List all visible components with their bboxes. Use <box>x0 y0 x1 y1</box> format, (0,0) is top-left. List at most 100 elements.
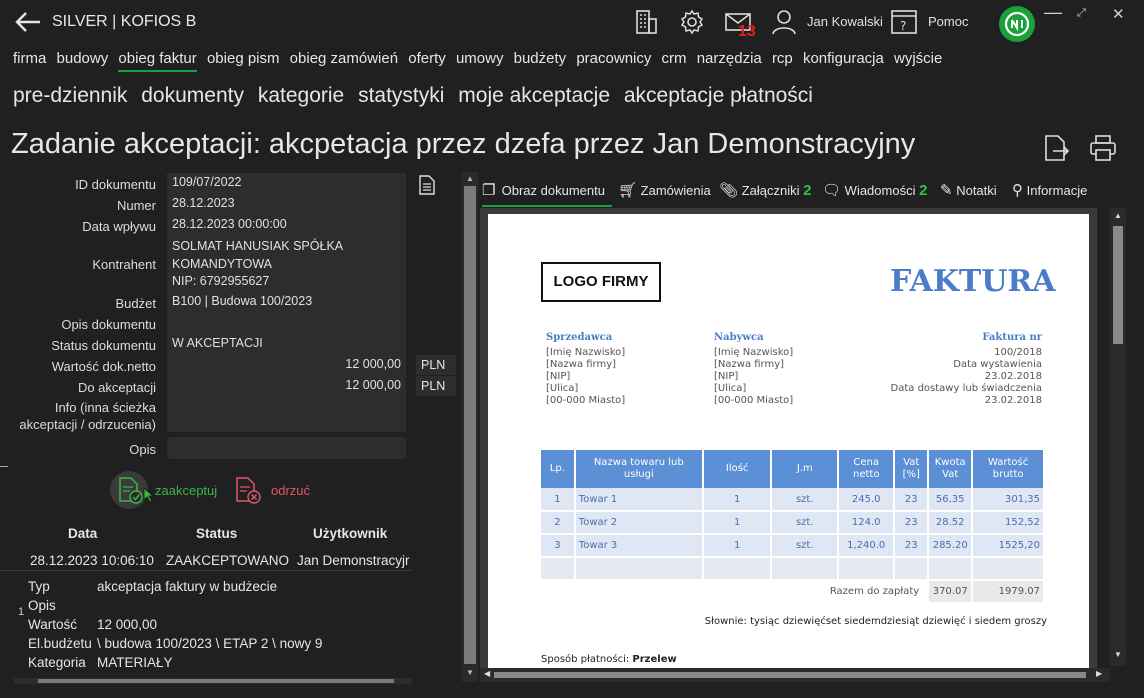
export-document-icon[interactable] <box>1041 133 1071 163</box>
page-title: Zadanie akceptacji: akcpetacja przez dze… <box>11 128 916 160</box>
submenu-item-moje-akceptacje[interactable]: moje akceptacje <box>458 84 610 107</box>
payment-value: Przelew <box>632 654 677 665</box>
viewer-horizontal-scrollbar[interactable]: ◀ ▶ <box>480 668 1110 682</box>
close-icon[interactable]: ✕ <box>1112 5 1125 23</box>
viewer-scroll-down-icon[interactable]: ▼ <box>1114 650 1122 659</box>
history-row-user[interactable]: Jan Demonstracyjr <box>297 553 411 568</box>
detail-opis-label: Opis <box>28 598 56 613</box>
buyer-line: [Imię Nazwisko] <box>714 347 794 358</box>
reject-button[interactable]: odrzuć <box>234 476 320 506</box>
tab-zamowienia-label: Zamówienia <box>640 183 711 198</box>
data-wplywu-field[interactable]: 28.12.2023 00:00:00 <box>167 215 406 236</box>
invoice-items-table: Lp. Nazwa towaru lub usługi Ilość J.m Ce… <box>541 450 1045 604</box>
menu-item-oferty[interactable]: oferty <box>408 50 446 67</box>
tab-notatki[interactable]: ✎ Notatki <box>940 181 997 199</box>
cell: 1 <box>702 511 773 535</box>
total-vat: 370.07 <box>928 580 974 604</box>
accept-button[interactable]: zaakceptuj <box>110 471 220 509</box>
numer-field[interactable]: 28.12.2023 <box>167 194 406 215</box>
cell: Towar 2 <box>574 511 704 535</box>
menu-item-budzety[interactable]: budżety <box>514 50 567 67</box>
submenu-item-akceptacje-platnosci[interactable]: akceptacje płatności <box>624 84 813 107</box>
opis-label: Opis <box>129 442 156 457</box>
detail-wartosc-value: 12 000,00 <box>97 617 158 632</box>
kontrahent-field[interactable]: SOLMAT HANUSIAK SPÓŁKA KOMANDYTOWA NIP: … <box>167 236 406 292</box>
cell: szt. <box>771 488 840 512</box>
building-icon[interactable] <box>632 8 660 36</box>
menu-item-obieg-faktur[interactable]: obieg faktur <box>118 50 197 72</box>
submenu-item-statystyki[interactable]: statystyki <box>358 84 444 107</box>
invoice-number-block: 100/2018 Data wystawienia 23.02.2018 Dat… <box>891 347 1042 407</box>
opis-dokumentu-field[interactable] <box>167 313 406 334</box>
viewer-scroll-right-icon[interactable]: ▶ <box>1096 669 1102 678</box>
help-label[interactable]: Pomoc <box>928 14 968 29</box>
info-field[interactable] <box>167 397 406 432</box>
minimize-icon[interactable]: — <box>1044 2 1062 23</box>
menu-item-obieg-pism[interactable]: obieg pism <box>207 50 280 67</box>
submenu-item-pre-dziennik[interactable]: pre-dziennik <box>13 84 127 107</box>
buyer-line: [00-000 Miasto] <box>714 395 794 406</box>
cell: 23 <box>894 534 930 558</box>
print-icon[interactable] <box>1088 133 1118 163</box>
back-arrow-icon[interactable] <box>14 8 42 36</box>
tab-obraz-dokumentu[interactable]: ❐ Obraz dokumentu <box>482 181 612 207</box>
user-name[interactable]: Jan Kowalski <box>807 14 883 29</box>
menu-item-narzedzia[interactable]: narzędzia <box>697 50 762 67</box>
middle-vertical-scrollbar[interactable]: ▲ ▼ <box>462 172 478 682</box>
detail-typ-label: Typ <box>28 579 50 594</box>
sub-menu: pre-dziennik dokumenty kategorie statyst… <box>13 84 821 108</box>
menu-item-crm[interactable]: crm <box>662 50 687 67</box>
svg-text:?: ? <box>900 19 906 33</box>
tab-informacje[interactable]: ⚲ Informacje <box>1012 181 1087 199</box>
history-scrollbar-thumb[interactable] <box>38 679 394 683</box>
col-header: Ilość <box>702 450 773 488</box>
do-akceptacji-field[interactable]: 12 000,00 <box>167 376 406 397</box>
submenu-item-dokumenty[interactable]: dokumenty <box>141 84 244 107</box>
tab-zamowienia[interactable]: 🛒︎ Zamówienia <box>618 181 711 199</box>
cell: 1 <box>541 488 576 512</box>
do-akceptacji-currency: PLN <box>416 376 456 396</box>
document-viewer[interactable]: LOGO FIRMY FAKTURA Sprzedawca [Imię Nazw… <box>480 208 1097 668</box>
history-row-date[interactable]: 28.12.2023 10:06:10 <box>30 553 154 568</box>
gear-icon[interactable] <box>678 8 706 36</box>
cell: 3 <box>541 534 576 558</box>
menu-item-budowy[interactable]: budowy <box>57 50 109 67</box>
cell: 245.0 <box>838 488 896 512</box>
submenu-item-kategorie[interactable]: kategorie <box>258 84 344 107</box>
budzet-field[interactable]: B100 | Budowa 100/2023 <box>167 292 406 313</box>
scroll-down-icon[interactable]: ▼ <box>466 668 474 677</box>
user-icon[interactable] <box>770 8 798 36</box>
scroll-up-icon[interactable]: ▲ <box>466 174 474 183</box>
cell: 23 <box>894 488 930 512</box>
maximize-icon[interactable]: ⤢ <box>1077 7 1086 20</box>
seller-heading: Sprzedawca <box>546 332 613 343</box>
viewer-scrollbar-thumb[interactable] <box>1113 226 1123 344</box>
menu-item-umowy[interactable]: umowy <box>456 50 504 67</box>
menu-item-wyjscie[interactable]: wyjście <box>894 50 942 67</box>
cell: 301,35 <box>972 488 1045 512</box>
menu-item-firma[interactable]: firma <box>13 50 46 67</box>
cell: 1525,20 <box>972 534 1045 558</box>
menu-item-pracownicy[interactable]: pracownicy <box>576 50 651 67</box>
status-field[interactable]: W AKCEPTACJI <box>167 334 406 355</box>
help-icon[interactable]: ? <box>890 8 918 36</box>
buyer-block: [Imię Nazwisko] [Nazwa firmy] [NIP] [Uli… <box>714 347 793 407</box>
history-row-status[interactable]: ZAAKCEPTOWANO <box>166 553 289 568</box>
viewer-scroll-left-icon[interactable]: ◀ <box>484 669 490 678</box>
document-icon[interactable] <box>418 175 436 195</box>
menu-item-konfiguracja[interactable]: konfiguracja <box>803 50 884 67</box>
middle-scrollbar-thumb[interactable] <box>464 186 476 664</box>
menu-item-rcp[interactable]: rcp <box>772 50 793 67</box>
netto-field[interactable]: 12 000,00 <box>167 355 406 376</box>
viewer-scroll-up-icon[interactable]: ▲ <box>1114 211 1122 220</box>
viewer-hscrollbar-thumb[interactable] <box>494 672 1086 678</box>
main-menu: firma budowy obieg faktur obieg pism obi… <box>13 50 948 72</box>
tab-wiadomosci[interactable]: 🗨︎ Wiadomości 2 <box>822 181 927 199</box>
opis-field[interactable] <box>167 437 406 459</box>
viewer-vertical-scrollbar[interactable]: ▲ ▼ <box>1110 208 1126 666</box>
tab-zalaczniki[interactable]: 📎︎ Załączniki 2 <box>719 181 811 199</box>
detail-typ-value: akceptacja faktury w budżecie <box>97 579 278 594</box>
id-field[interactable]: 109/07/2022 <box>167 173 406 194</box>
history-horizontal-scrollbar[interactable] <box>14 678 412 684</box>
menu-item-obieg-zamowien[interactable]: obieg zamówień <box>290 50 398 67</box>
